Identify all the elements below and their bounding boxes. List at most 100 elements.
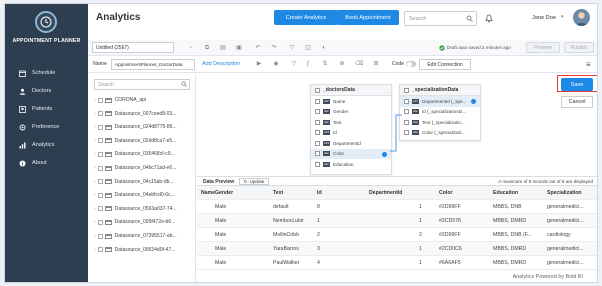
chevron-right-icon[interactable]: › [94, 124, 96, 130]
more-icon[interactable]: ⊞ [372, 60, 380, 68]
filter-icon[interactable]: ▽ [290, 60, 298, 68]
checkbox[interactable] [97, 247, 103, 253]
create-analytics-button[interactable]: Create Analytics [274, 10, 338, 25]
checkbox[interactable] [97, 138, 103, 144]
checkbox[interactable] [315, 119, 320, 125]
add-description-link[interactable]: Add Description [202, 61, 240, 67]
update-button[interactable]: ↻ Update [239, 178, 269, 185]
book-appointment-button[interactable]: Book Appointment [337, 10, 399, 25]
sidebar-item-patients[interactable]: Patients [5, 102, 88, 116]
chevron-right-icon[interactable]: › [94, 111, 96, 117]
tree-item[interactable]: › Datasource_04ebfcd0-6c... [94, 190, 175, 200]
datasource-name-input[interactable]: AppointmentPlanner_DoctorData [111, 59, 195, 70]
join-icon[interactable]: ⊕ [338, 60, 346, 68]
checkbox[interactable] [97, 111, 103, 117]
checkbox[interactable] [97, 192, 103, 198]
tree-search-input[interactable]: Search [94, 79, 190, 90]
user-name[interactable]: Jane Doe [532, 15, 556, 21]
tree-item[interactable]: › Datasource_09534d0f-47... [94, 245, 175, 255]
code-toggle[interactable] [406, 61, 416, 67]
column-item[interactable]: abc Gender [311, 107, 391, 118]
paste-icon[interactable]: ▤ [219, 44, 227, 52]
checkbox[interactable] [97, 233, 103, 239]
sidebar-item-about[interactable]: About [5, 156, 88, 170]
sort-icon[interactable]: ⇅ [321, 60, 329, 68]
sidebar-item-preference[interactable]: Preference [5, 120, 88, 134]
checkbox[interactable] [315, 98, 320, 104]
sidebar-item-analytics[interactable]: Analytics [5, 138, 88, 152]
checkbox[interactable] [404, 109, 409, 115]
column-item[interactable]: abc Name [311, 96, 391, 107]
search-icon[interactable] [466, 15, 473, 22]
play-icon[interactable]: ▶ [255, 60, 263, 68]
checkbox[interactable] [404, 87, 409, 93]
chevron-right-icon[interactable]: › [94, 206, 96, 212]
new-icon[interactable]: ▫ [187, 44, 195, 52]
tree-item[interactable]: › Datasource_04bc71ad-e6... [94, 163, 176, 173]
tree-item[interactable]: › Datasource_0563a037-74... [94, 204, 177, 214]
undo-icon[interactable]: ↶ [254, 44, 262, 52]
checkbox[interactable] [404, 119, 409, 125]
chevron-right-icon[interactable]: › [94, 138, 96, 144]
table-header[interactable]: _specializationData [400, 85, 480, 96]
cancel-button[interactable]: Cancel [561, 96, 593, 108]
delete-icon[interactable]: ⌫ [355, 60, 363, 68]
checkbox[interactable] [315, 130, 320, 136]
chevron-right-icon[interactable]: › [94, 247, 96, 253]
column-item[interactable]: abc Color (_specializati... [400, 128, 480, 139]
publish-button[interactable]: Publish [564, 42, 594, 53]
tree-item[interactable]: › Datasource_02dd8ca7-e5... [94, 136, 176, 146]
redo-icon[interactable]: ↷ [270, 44, 278, 52]
table-card-doctors[interactable]: _doctorsData abc Name abc Gender abc Text 123 I… [310, 84, 392, 175]
filter-icon[interactable]: ▽ [288, 44, 296, 52]
checkbox[interactable] [97, 151, 103, 157]
checkbox[interactable] [97, 124, 103, 130]
checkbox[interactable] [315, 161, 320, 167]
theme-icon[interactable]: ◐ [320, 44, 328, 52]
checkbox[interactable] [97, 179, 103, 185]
table-header[interactable]: _doctorsData [311, 85, 391, 96]
join-dot-icon[interactable] [382, 151, 387, 157]
column-item[interactable]: 123 Id [311, 128, 391, 139]
chevron-right-icon[interactable]: › [94, 192, 96, 198]
tree-item[interactable]: › Datasource_07395517-ab... [94, 231, 177, 241]
checkbox[interactable] [97, 206, 103, 212]
column-item[interactable]: abc Education [311, 159, 391, 170]
bell-icon[interactable] [485, 14, 493, 23]
avatar[interactable] [573, 9, 590, 26]
chevron-right-icon[interactable]: › [94, 151, 96, 157]
join-dot-icon[interactable] [471, 99, 476, 104]
checkbox[interactable] [315, 151, 320, 157]
checkbox[interactable] [315, 140, 320, 146]
tree-item[interactable]: › Datasource_007ceed8-03... [94, 109, 176, 119]
column-item[interactable]: 123 DepartmentId (_spe... [400, 96, 480, 107]
layout-icon[interactable]: ◫ [304, 44, 312, 52]
checkbox[interactable] [404, 130, 409, 136]
checkbox[interactable] [97, 97, 103, 103]
column-item[interactable]: abc Color [311, 148, 391, 159]
sidebar-item-doctors[interactable]: Doctors [5, 84, 88, 98]
checkbox[interactable] [97, 165, 103, 171]
preview-button[interactable]: Preview [526, 42, 560, 53]
menu-icon[interactable]: ≡ [586, 60, 591, 69]
column-item[interactable]: abc Text [311, 117, 391, 128]
tree-item[interactable]: › Datasource_035468cf-c9... [94, 149, 175, 159]
tree-item[interactable]: › Datasource_095f472e-b6... [94, 217, 175, 227]
chevron-right-icon[interactable]: › [94, 165, 96, 171]
tree-item[interactable]: › Datasource_04c15ab-db... [94, 177, 174, 187]
table-card-specialization[interactable]: _specializationData 123 DepartmentId (_sp… [399, 84, 481, 141]
column-item[interactable]: 123 DepartmentId [311, 138, 391, 149]
tree-item[interactable]: › CORONA_api [94, 95, 146, 105]
checkbox[interactable] [315, 87, 320, 93]
fx-icon[interactable]: ƒ [304, 60, 312, 68]
chevron-right-icon[interactable]: › [94, 219, 96, 225]
chevron-right-icon[interactable]: › [94, 179, 96, 185]
filename-input[interactable]: Untitled (2567) [92, 42, 174, 53]
chevron-down-icon[interactable]: ▾ [561, 14, 564, 20]
chevron-right-icon[interactable]: › [94, 97, 96, 103]
checkbox[interactable] [404, 98, 409, 104]
edit-connection-button[interactable]: Edit Connection [419, 59, 471, 70]
copy-icon[interactable]: ⧉ [203, 44, 211, 52]
chevron-right-icon[interactable]: › [94, 233, 96, 239]
column-item[interactable]: abc Id (_specializationD... [400, 107, 480, 118]
